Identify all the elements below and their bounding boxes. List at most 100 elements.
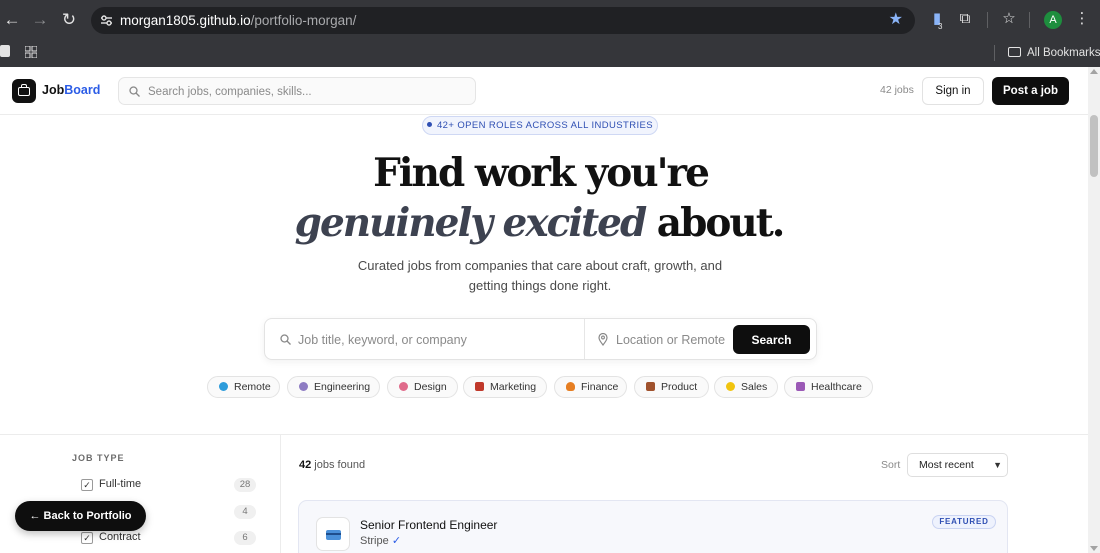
category-label: Sales <box>741 381 768 393</box>
search-button[interactable]: Search <box>733 325 810 354</box>
all-bookmarks-folder[interactable]: All Bookmarks <box>1008 43 1100 63</box>
category-label: Healthcare <box>811 381 862 393</box>
back-to-portfolio-button[interactable]: ← Back to Portfolio <box>15 501 146 531</box>
filter-count: 4 <box>234 505 256 519</box>
open-roles-text: 42+ OPEN ROLES ACROSS ALL INDUSTRIES <box>437 120 653 131</box>
filter-option-contract[interactable]: ✓ Contract 6 <box>81 530 256 546</box>
all-bookmarks-label: All Bookmarks <box>1027 47 1100 59</box>
hero-subtitle: Curated jobs from companies that care ab… <box>357 258 723 293</box>
results-number: 42 <box>299 459 312 471</box>
back-arrow-icon[interactable]: ← <box>0 8 24 32</box>
url-text[interactable]: morgan1805.github.io/portfolio-morgan/ <box>120 12 356 29</box>
category-chip-product[interactable]: Product <box>634 376 709 398</box>
extension-icon[interactable]: ▮ 3 <box>928 10 946 31</box>
post-job-button[interactable]: Post a job <box>992 77 1069 105</box>
header-search-input[interactable] <box>148 83 468 100</box>
category-chip-remote[interactable]: Remote <box>207 376 280 398</box>
filter-count: 6 <box>234 531 256 545</box>
checkbox[interactable]: ✓ <box>81 532 93 544</box>
sort-select[interactable]: Most recent ▼ <box>907 453 1008 477</box>
location-pin-icon <box>598 333 608 346</box>
search-icon <box>129 86 140 97</box>
filter-title-job-type: JOB TYPE <box>72 453 125 463</box>
category-chip-sales[interactable]: Sales <box>714 376 778 398</box>
filter-label: Full-time <box>99 478 142 490</box>
extensions-puzzle-icon[interactable]: ⧉ <box>956 10 974 28</box>
url-path: /portfolio-morgan/ <box>250 13 357 28</box>
category-chips: Remote Engineering Design Marketing Fina… <box>207 376 877 398</box>
browser-toolbar: ← → ↻ morgan1805.github.io/portfolio-mor… <box>0 0 1100 39</box>
scroll-up-arrow-icon[interactable] <box>1090 69 1098 74</box>
brand-logo[interactable]: JobBoard <box>42 83 100 97</box>
hero-title-line-2: genuinely excited about. <box>0 201 1078 245</box>
category-label: Remote <box>234 381 271 393</box>
company-name: Stripe ✓ <box>360 534 401 547</box>
job-title[interactable]: Senior Frontend Engineer <box>360 518 497 532</box>
gear-icon <box>299 382 308 391</box>
filter-option-full-time[interactable]: ✓ Full-time 28 <box>81 477 256 493</box>
location-input[interactable] <box>616 331 730 349</box>
forward-arrow-icon[interactable]: → <box>28 8 52 32</box>
job-card[interactable]: Senior Frontend Engineer Stripe ✓ FEATUR… <box>298 500 1008 553</box>
extension-badge: 3 <box>938 22 943 31</box>
page: JobBoard 42 jobs Sign in Post a job 42+ … <box>0 67 1088 553</box>
profile-avatar[interactable]: A <box>1044 11 1062 29</box>
browser-menu-icon[interactable]: ⋮ <box>1073 10 1091 28</box>
megaphone-icon <box>475 382 484 391</box>
search-divider <box>584 319 585 359</box>
filter-count: 28 <box>234 478 256 492</box>
hero-title-rest: about. <box>645 200 786 246</box>
hero-title-line-1: Find work you're <box>373 150 710 196</box>
sort-label: Sort <box>881 459 901 471</box>
toolbar-separator <box>987 12 988 28</box>
site-header: JobBoard 42 jobs Sign in Post a job <box>0 67 1088 115</box>
jobs-count: 42 jobs <box>880 84 914 96</box>
bookmarks-separator <box>994 45 995 61</box>
briefcase-logo-icon[interactable] <box>12 79 36 103</box>
browser-chrome: ← → ↻ morgan1805.github.io/portfolio-mor… <box>0 0 1100 67</box>
category-label: Product <box>661 381 698 393</box>
folder-icon <box>1008 47 1021 57</box>
job-keyword-input[interactable] <box>298 331 578 349</box>
chevron-down-icon: ▼ <box>993 460 1002 470</box>
category-label: Finance <box>581 381 619 393</box>
hospital-icon <box>796 382 805 391</box>
results-count: 42 jobs found <box>299 459 365 471</box>
verified-check-icon: ✓ <box>391 535 402 547</box>
filter-label: Contract <box>99 531 141 543</box>
content-divider <box>0 434 1088 435</box>
reading-list-icon[interactable]: ☆ <box>1000 10 1018 28</box>
sort-value: Most recent <box>919 459 974 471</box>
bookmarks-bar: All Bookmarks <box>0 39 1100 67</box>
reload-icon[interactable]: ↻ <box>57 8 81 32</box>
site-settings-icon[interactable] <box>97 11 116 30</box>
featured-badge: FEATURED <box>932 515 996 529</box>
category-chip-healthcare[interactable]: Healthcare <box>784 376 873 398</box>
credit-card-icon <box>316 517 350 551</box>
sign-in-button[interactable]: Sign in <box>922 77 984 105</box>
category-chip-marketing[interactable]: Marketing <box>463 376 547 398</box>
category-chip-engineering[interactable]: Engineering <box>287 376 380 398</box>
checkbox[interactable]: ✓ <box>81 479 93 491</box>
category-chip-design[interactable]: Design <box>387 376 458 398</box>
brand-prefix: Job <box>42 83 65 97</box>
brand-accent: Board <box>64 83 101 97</box>
package-icon <box>646 382 655 391</box>
company-label: Stripe <box>360 535 389 547</box>
scrollbar-thumb[interactable] <box>1090 115 1098 177</box>
category-label: Design <box>414 381 447 393</box>
palette-icon <box>399 382 408 391</box>
tab-search-icon[interactable] <box>0 45 10 57</box>
page-scrollbar[interactable] <box>1088 67 1100 553</box>
header-search[interactable] <box>118 77 476 105</box>
scroll-down-arrow-icon[interactable] <box>1090 546 1098 551</box>
money-bag-icon <box>566 382 575 391</box>
job-search-bar: Search <box>264 318 817 360</box>
address-bar[interactable]: morgan1805.github.io/portfolio-morgan/ ★ <box>91 7 915 34</box>
hero-title-emphasis: genuinely excited <box>294 200 648 246</box>
apps-grid-icon[interactable] <box>24 45 38 59</box>
bookmark-star-icon[interactable]: ★ <box>889 10 903 30</box>
category-chip-finance[interactable]: Finance <box>554 376 627 398</box>
globe-icon <box>219 382 228 391</box>
toolbar-separator <box>1029 12 1030 28</box>
